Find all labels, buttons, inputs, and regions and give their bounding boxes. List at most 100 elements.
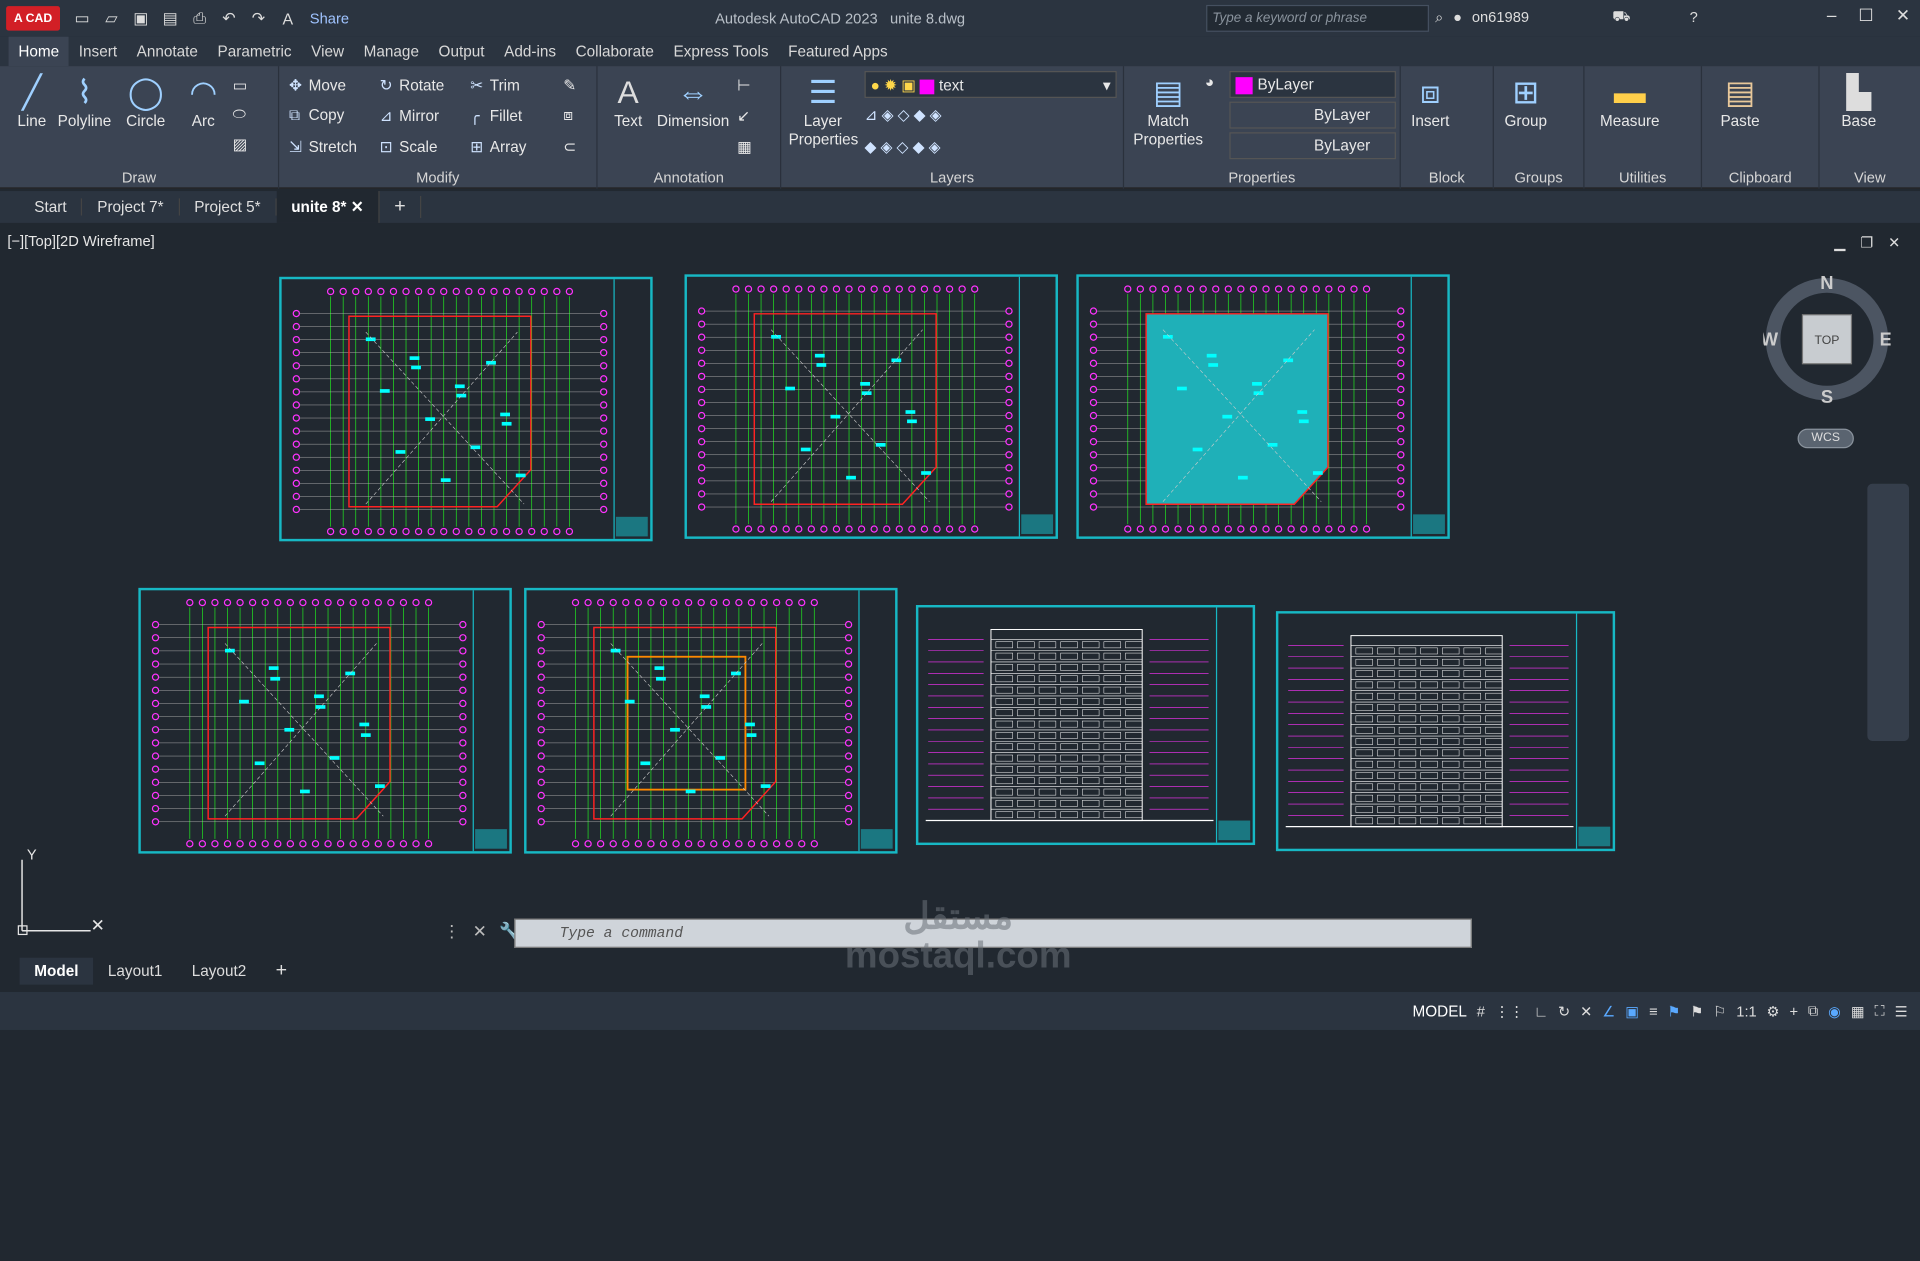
navigation-bar[interactable] — [1867, 483, 1909, 741]
modify-panel-title[interactable]: Modify — [279, 167, 596, 189]
auto-scale-icon[interactable]: ⚑ — [1690, 1002, 1703, 1019]
viewport-controls-label[interactable]: [−][Top][2D Wireframe] — [7, 233, 154, 250]
ortho-icon[interactable]: ∟ — [1534, 1002, 1548, 1019]
viewport-close-icon[interactable]: ✕ — [1888, 234, 1900, 251]
layout-tab-model[interactable]: Model — [19, 957, 94, 985]
compass-south[interactable]: S — [1821, 386, 1833, 403]
annotation-panel-title[interactable]: Annotation — [598, 167, 780, 189]
explode-icon[interactable]: ⧈ — [563, 107, 573, 125]
compass-west[interactable]: W — [1763, 328, 1778, 349]
search-input[interactable]: Type a keyword or phrase — [1206, 4, 1429, 32]
drawing-sheet-plan-1[interactable] — [279, 276, 653, 542]
erase-icon[interactable]: ✎ — [563, 76, 576, 94]
file-tab-project7[interactable]: Project 7* — [83, 198, 180, 216]
add-icon[interactable]: + — [1789, 1002, 1798, 1019]
scale-button[interactable]: ⊡ Scale — [380, 137, 438, 155]
paste-button[interactable]: ▤ Paste — [1714, 71, 1765, 129]
cart-icon[interactable]: ⛟ — [1612, 7, 1631, 27]
polyline-button[interactable]: ⌇ Polyline — [56, 71, 112, 129]
group-button[interactable]: ⊞ Group — [1499, 71, 1553, 129]
new-icon[interactable]: ▭ — [70, 7, 94, 29]
units-icon[interactable]: ⧉ — [1808, 1002, 1819, 1020]
object-snap-tracking-icon[interactable]: ∠ — [1602, 1002, 1615, 1019]
command-close-icon[interactable]: ✕ — [473, 921, 487, 942]
text-style-icon[interactable]: A — [276, 7, 300, 29]
save-as-icon[interactable]: ▤ — [158, 7, 182, 29]
drawing-sheet-roof-plan[interactable] — [1076, 274, 1450, 539]
rectangle-icon[interactable]: ▭ — [233, 76, 247, 94]
color-wheel-icon[interactable]: ◕ — [1205, 73, 1214, 90]
tab-collaborate[interactable]: Collaborate — [566, 37, 664, 66]
layer-tools-row2[interactable]: ◆ ◈ ◇ ◆ ◈ — [864, 137, 940, 155]
trim-button[interactable]: ✂ Trim — [470, 76, 520, 94]
drawing-sheet-plan-4[interactable] — [524, 587, 898, 854]
layout-tab-layout1[interactable]: Layout1 — [93, 958, 177, 985]
match-properties-button[interactable]: ▤ Match Properties — [1131, 71, 1204, 149]
tab-home[interactable]: Home — [8, 36, 69, 67]
measure-button[interactable]: ▬ Measure — [1597, 71, 1663, 129]
compass-north[interactable]: N — [1820, 276, 1833, 293]
close-icon[interactable]: ✕ — [1896, 5, 1910, 26]
tab-view[interactable]: View — [301, 37, 354, 66]
clipboard-panel-title[interactable]: Clipboard — [1702, 167, 1818, 189]
line-button[interactable]: ╱ Line — [10, 71, 54, 129]
utilities-panel-title[interactable]: Utilities — [1585, 167, 1701, 189]
annotation-scale-value[interactable]: 1:1 — [1736, 1002, 1756, 1019]
user-name[interactable]: on61989 — [1472, 9, 1529, 26]
viewcube[interactable]: TOP N S E W — [1763, 276, 1890, 403]
hardware-accel-icon[interactable]: ▦ — [1851, 1002, 1865, 1019]
open-icon[interactable]: ▱ — [99, 7, 123, 29]
annotation-visibility-icon[interactable]: ⚑ — [1667, 1002, 1680, 1019]
layer-tools-row1[interactable]: ⊿ ◈ ◇ ◆ ◈ — [864, 105, 941, 124]
hatch-icon[interactable]: ▨ — [233, 135, 247, 153]
tab-express-tools[interactable]: Express Tools — [664, 37, 779, 66]
viewcube-top-face[interactable]: TOP — [1814, 333, 1839, 347]
array-button[interactable]: ⊞ Array — [470, 137, 526, 155]
offset-icon[interactable]: ⊂ — [563, 137, 576, 155]
save-icon[interactable]: ▣ — [129, 7, 153, 29]
customization-menu-icon[interactable]: ☰ — [1895, 1002, 1908, 1019]
tab-featured-apps[interactable]: Featured Apps — [778, 37, 897, 66]
polar-icon[interactable]: ↻ — [1558, 1002, 1570, 1019]
settings-icon[interactable]: ⚙ — [1767, 1002, 1780, 1019]
selection-cycling-icon[interactable]: ▣ — [1625, 1002, 1639, 1019]
annotation-scale-icon[interactable]: ⚐ — [1713, 1002, 1726, 1019]
new-layout-icon[interactable]: + — [261, 958, 302, 985]
layers-panel-title[interactable]: Layers — [781, 167, 1123, 189]
model-space-button[interactable]: MODEL — [1412, 1002, 1466, 1019]
arc-button[interactable]: ◠ Arc — [179, 71, 228, 129]
lineweight-icon[interactable]: ≡ — [1649, 1002, 1658, 1019]
search-icon[interactable]: ⌕ — [1435, 8, 1443, 26]
tab-output[interactable]: Output — [429, 37, 495, 66]
file-tab-project5[interactable]: Project 5* — [180, 198, 277, 216]
drawing-sheet-plan-3[interactable] — [138, 587, 512, 854]
move-button[interactable]: ✥ Move — [289, 76, 346, 94]
new-tab-icon[interactable]: + — [380, 195, 422, 218]
block-panel-title[interactable]: Block — [1401, 167, 1493, 189]
tab-insert[interactable]: Insert — [69, 37, 127, 66]
mirror-button[interactable]: ⊿ Mirror — [380, 107, 440, 125]
view-panel-title[interactable]: View — [1820, 167, 1920, 189]
file-tab-unite8[interactable]: unite 8* ✕ — [276, 191, 380, 223]
file-tab-start[interactable]: Start — [20, 198, 83, 216]
minimize-icon[interactable]: – — [1827, 5, 1837, 26]
fillet-button[interactable]: ╭ Fillet — [470, 107, 522, 125]
snap-icon[interactable]: ⋮⋮ — [1495, 1002, 1524, 1019]
groups-panel-title[interactable]: Groups — [1494, 167, 1583, 189]
drawing-sheet-plan-2[interactable] — [684, 274, 1058, 539]
tab-annotate[interactable]: Annotate — [127, 37, 208, 66]
grid-icon[interactable]: # — [1477, 1002, 1485, 1019]
tab-parametric[interactable]: Parametric — [208, 37, 302, 66]
dimension-button[interactable]: ⇔ Dimension — [656, 71, 729, 129]
command-grip-icon[interactable]: ⋮ — [443, 921, 460, 942]
lineweight-dropdown[interactable]: ByLayer — [1229, 132, 1396, 160]
table-icon[interactable]: ▦ — [737, 137, 751, 155]
properties-panel-title[interactable]: Properties — [1124, 167, 1400, 189]
drawing-sheet-elevation-1[interactable] — [915, 605, 1256, 846]
tab-manage[interactable]: Manage — [354, 37, 429, 66]
text-button[interactable]: A Text — [605, 71, 652, 129]
share-button[interactable]: Share — [310, 10, 349, 27]
redo-icon[interactable]: ↷ — [246, 7, 270, 29]
circle-button[interactable]: ◯ Circle — [120, 71, 171, 129]
undo-icon[interactable]: ↶ — [217, 7, 241, 29]
